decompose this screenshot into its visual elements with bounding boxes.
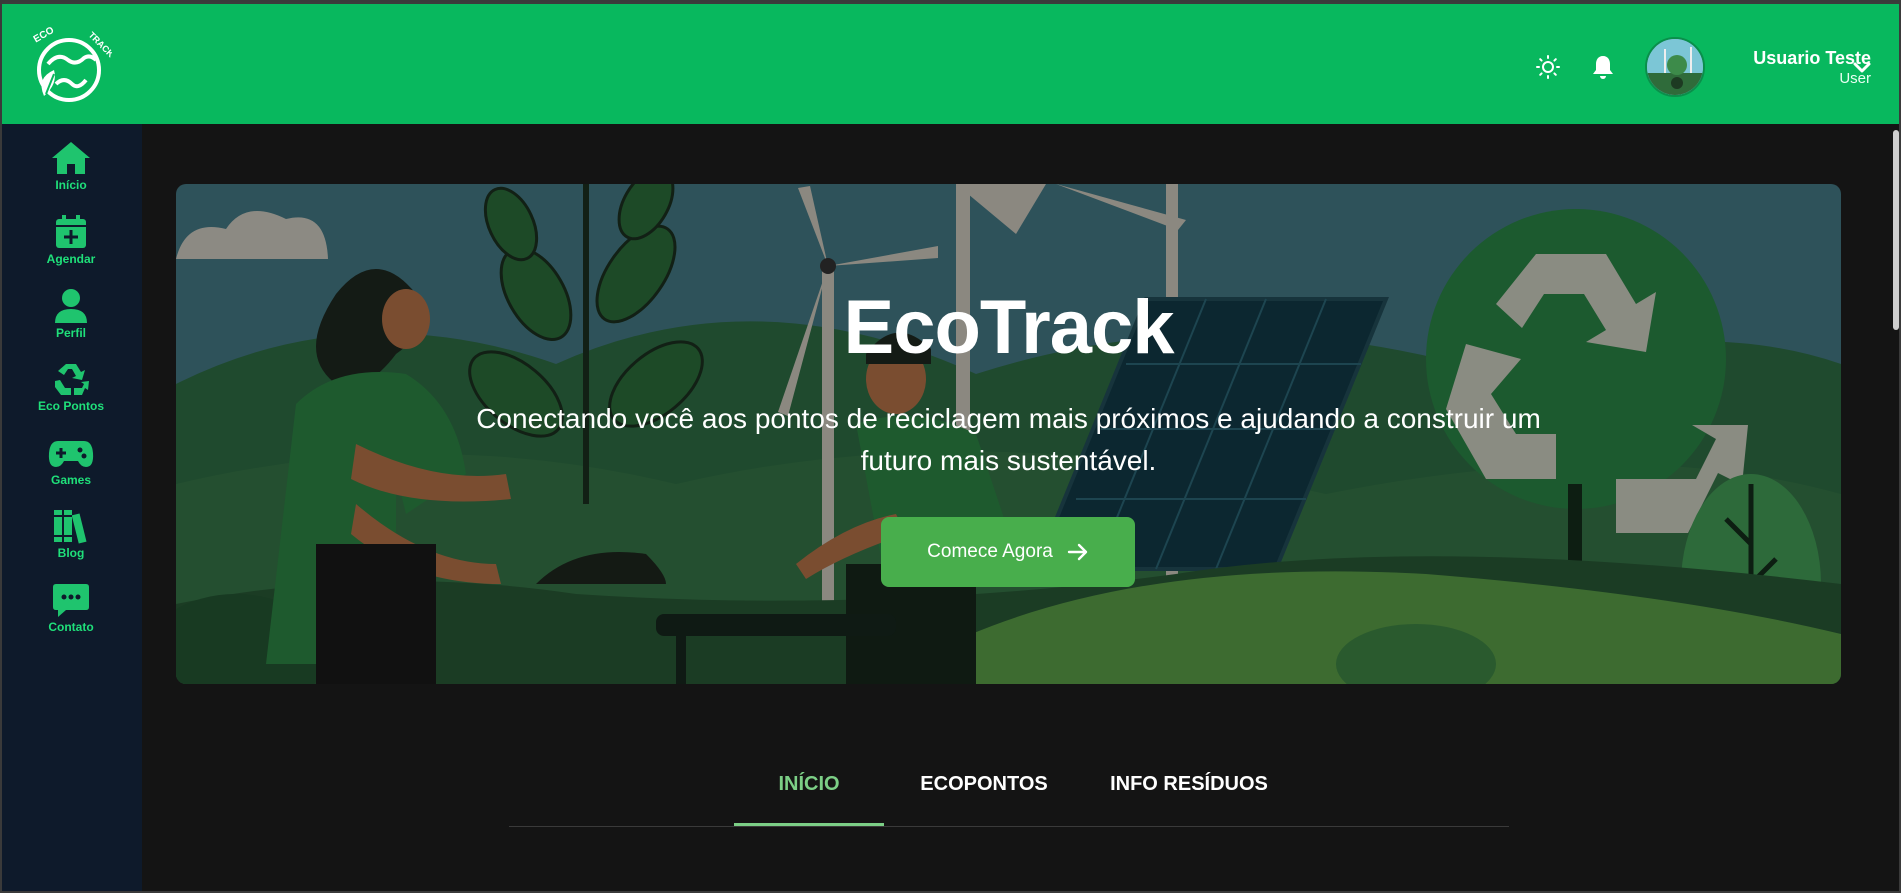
theme-toggle-sun-icon[interactable] [1536,55,1560,79]
chevron-down-icon[interactable] [1852,61,1872,75]
calendar-plus-icon [56,215,86,248]
comece-agora-button[interactable]: Comece Agora [881,517,1135,587]
gamepad-icon [48,441,94,467]
sidebar-item-label: Games [50,473,92,487]
eco-track-logo[interactable]: ECO TRACK [26,24,112,110]
sidebar-item-label: Início [55,178,87,192]
chat-icon [53,584,89,617]
tab-ecopontos[interactable]: ECOPONTOS [899,760,1069,826]
user-role: User [1839,70,1871,87]
cta-label: Comece Agora [927,541,1053,562]
avatar[interactable] [1645,37,1705,97]
sidebar-item-perfil[interactable]: Perfil [0,288,142,354]
bell-icon[interactable] [1591,54,1615,80]
hero-banner: EcoTrack Conectando você aos pontos de r… [176,184,1841,684]
section-tabs: INÍCIO ECOPONTOS INFO RESÍDUOS [509,760,1509,827]
sidebar: Início Agendar Perfil Eco Pontos Games B… [0,124,142,893]
home-icon [52,142,90,174]
sidebar-item-contato[interactable]: Contato [0,582,142,648]
user-info[interactable]: Usuario Teste User [1715,48,1871,90]
scrollbar[interactable] [1893,130,1899,330]
logo-text-eco: ECO [32,25,56,45]
sidebar-item-blog[interactable]: Blog [0,508,142,574]
hero-title: EcoTrack [843,285,1175,370]
sidebar-item-inicio[interactable]: Início [0,140,142,206]
sidebar-item-label: Contato [48,620,94,634]
sidebar-item-eco-pontos[interactable]: Eco Pontos [0,361,142,427]
user-name: Usuario Teste [1753,48,1871,68]
arrow-right-icon [1067,543,1088,561]
top-bar: ECO TRACK Usuario Teste User [0,0,1901,124]
tab-info-residuos[interactable]: INFO RESÍDUOS [1089,760,1289,826]
books-icon [54,510,87,544]
sidebar-item-label: Eco Pontos [37,399,104,413]
sidebar-item-label: Agendar [46,252,96,266]
tab-inicio[interactable]: INÍCIO [734,760,884,826]
recycle-icon [55,364,89,395]
hero-subtitle: Conectando você aos pontos de reciclagem… [476,403,1541,476]
sidebar-item-label: Perfil [55,326,86,340]
user-icon [55,289,87,323]
sidebar-item-agendar[interactable]: Agendar [0,214,142,280]
avatar-image [1647,39,1703,95]
sidebar-item-games[interactable]: Games [0,435,142,501]
sidebar-item-label: Blog [57,546,85,560]
